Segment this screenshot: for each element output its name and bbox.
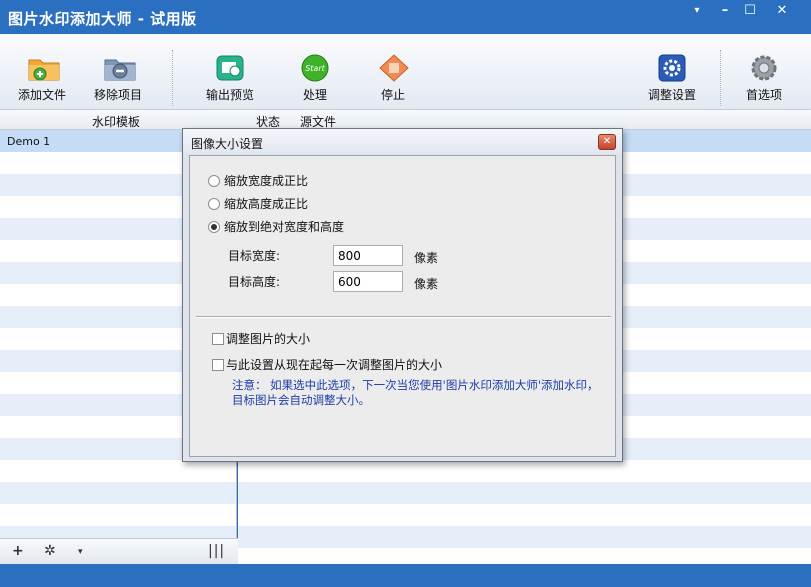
- process-label: 处理: [302, 88, 327, 102]
- maximize-button[interactable]: ☐: [739, 3, 761, 21]
- always-resize-checkbox[interactable]: 与此设置从现在起每一次调整图片的大小: [212, 356, 442, 373]
- note-text: 注意： 如果选中此选项，下一次当您使用'图片水印添加大师'添加水印，目标图片会自…: [232, 378, 599, 407]
- adjust-settings-button[interactable]: 调整设置: [642, 54, 702, 103]
- output-preview-label: 输出预览: [205, 88, 254, 102]
- add-files-button[interactable]: 添加文件: [14, 54, 70, 103]
- height-unit: 像素: [414, 277, 439, 291]
- gear-icon[interactable]: ✲: [44, 543, 56, 559]
- toolbar: 添加文件 移除项目 输出预览 Start 处理 停止 调整设置 首选项: [0, 34, 811, 110]
- start-icon-text: Start: [305, 64, 325, 73]
- remove-folder-icon: [103, 54, 136, 82]
- dialog-close-button[interactable]: ✕: [598, 134, 616, 150]
- option-label: 缩放高度成正比: [224, 197, 309, 211]
- option-label: 缩放宽度成正比: [224, 174, 309, 188]
- gear-icon: [657, 54, 687, 82]
- close-button[interactable]: ✕: [771, 3, 793, 21]
- settings-gear-icon: [749, 54, 779, 82]
- column-watermark-template[interactable]: 水印模板: [92, 113, 140, 130]
- stop-button[interactable]: 停止: [368, 54, 418, 103]
- option-label: 缩放到绝对宽度和高度: [224, 220, 345, 234]
- column-header: 水印模板 状态 源文件: [0, 110, 811, 130]
- height-label: 目标高度:: [228, 275, 281, 289]
- add-template-button[interactable]: +: [12, 543, 24, 559]
- stop-icon: [378, 54, 409, 82]
- dialog-title: 图像大小设置: [191, 137, 264, 151]
- window-title: 图片水印添加大师 - 试用版: [8, 10, 197, 28]
- height-input[interactable]: [333, 271, 403, 292]
- template-name: Demo 1: [7, 135, 51, 148]
- resize-image-checkbox[interactable]: 调整图片的大小: [212, 330, 310, 347]
- radio-selected-icon: [208, 221, 220, 233]
- remove-item-label: 移除项目: [93, 88, 142, 102]
- checkbox-icon: [212, 359, 224, 371]
- width-label: 目标宽度:: [228, 249, 281, 263]
- process-button[interactable]: Start 处理: [290, 54, 340, 103]
- divider: [196, 316, 611, 318]
- dialog-body: 缩放宽度成正比 缩放高度成正比 缩放到绝对宽度和高度 目标宽度: 像素 目标高度…: [189, 155, 616, 457]
- add-folder-icon: [27, 54, 60, 82]
- option-scale-width[interactable]: 缩放宽度成正比: [208, 172, 308, 189]
- image-size-dialog: 图像大小设置 ✕ 缩放宽度成正比 缩放高度成正比 缩放到绝对宽度和高度 目标宽度…: [182, 128, 623, 462]
- stop-label: 停止: [380, 88, 405, 102]
- template-toolbar: + ✲ ▾ |||: [0, 538, 238, 564]
- dropdown-icon[interactable]: ▾: [686, 3, 708, 21]
- remove-item-button[interactable]: 移除项目: [90, 54, 146, 103]
- width-unit: 像素: [414, 251, 439, 265]
- adjust-settings-label: 调整设置: [647, 88, 696, 102]
- chevron-down-icon[interactable]: ▾: [78, 547, 83, 557]
- status-bar: [0, 564, 811, 587]
- option-scale-height[interactable]: 缩放高度成正比: [208, 195, 308, 212]
- width-input[interactable]: [333, 245, 403, 266]
- toolbar-separator: [720, 50, 721, 106]
- resize-image-label: 调整图片的大小: [226, 332, 311, 346]
- preview-icon: [215, 54, 245, 82]
- toolbar-separator: [172, 50, 173, 106]
- minimize-button[interactable]: –: [714, 3, 736, 21]
- dialog-title-bar: 图像大小设置 ✕: [183, 129, 622, 154]
- preferences-label: 首选项: [745, 88, 782, 102]
- start-icon: Start: [300, 54, 330, 82]
- radio-icon: [208, 175, 220, 187]
- title-bar: 图片水印添加大师 - 试用版 ▾ – ☐ ✕: [0, 0, 811, 34]
- add-files-label: 添加文件: [17, 88, 66, 102]
- always-resize-label: 与此设置从现在起每一次调整图片的大小: [226, 358, 443, 372]
- output-preview-button[interactable]: 输出预览: [202, 54, 258, 103]
- preferences-button[interactable]: 首选项: [736, 54, 792, 103]
- columns-icon[interactable]: |||: [208, 543, 225, 559]
- radio-icon: [208, 198, 220, 210]
- option-absolute-size[interactable]: 缩放到绝对宽度和高度: [208, 218, 344, 235]
- checkbox-icon: [212, 333, 224, 345]
